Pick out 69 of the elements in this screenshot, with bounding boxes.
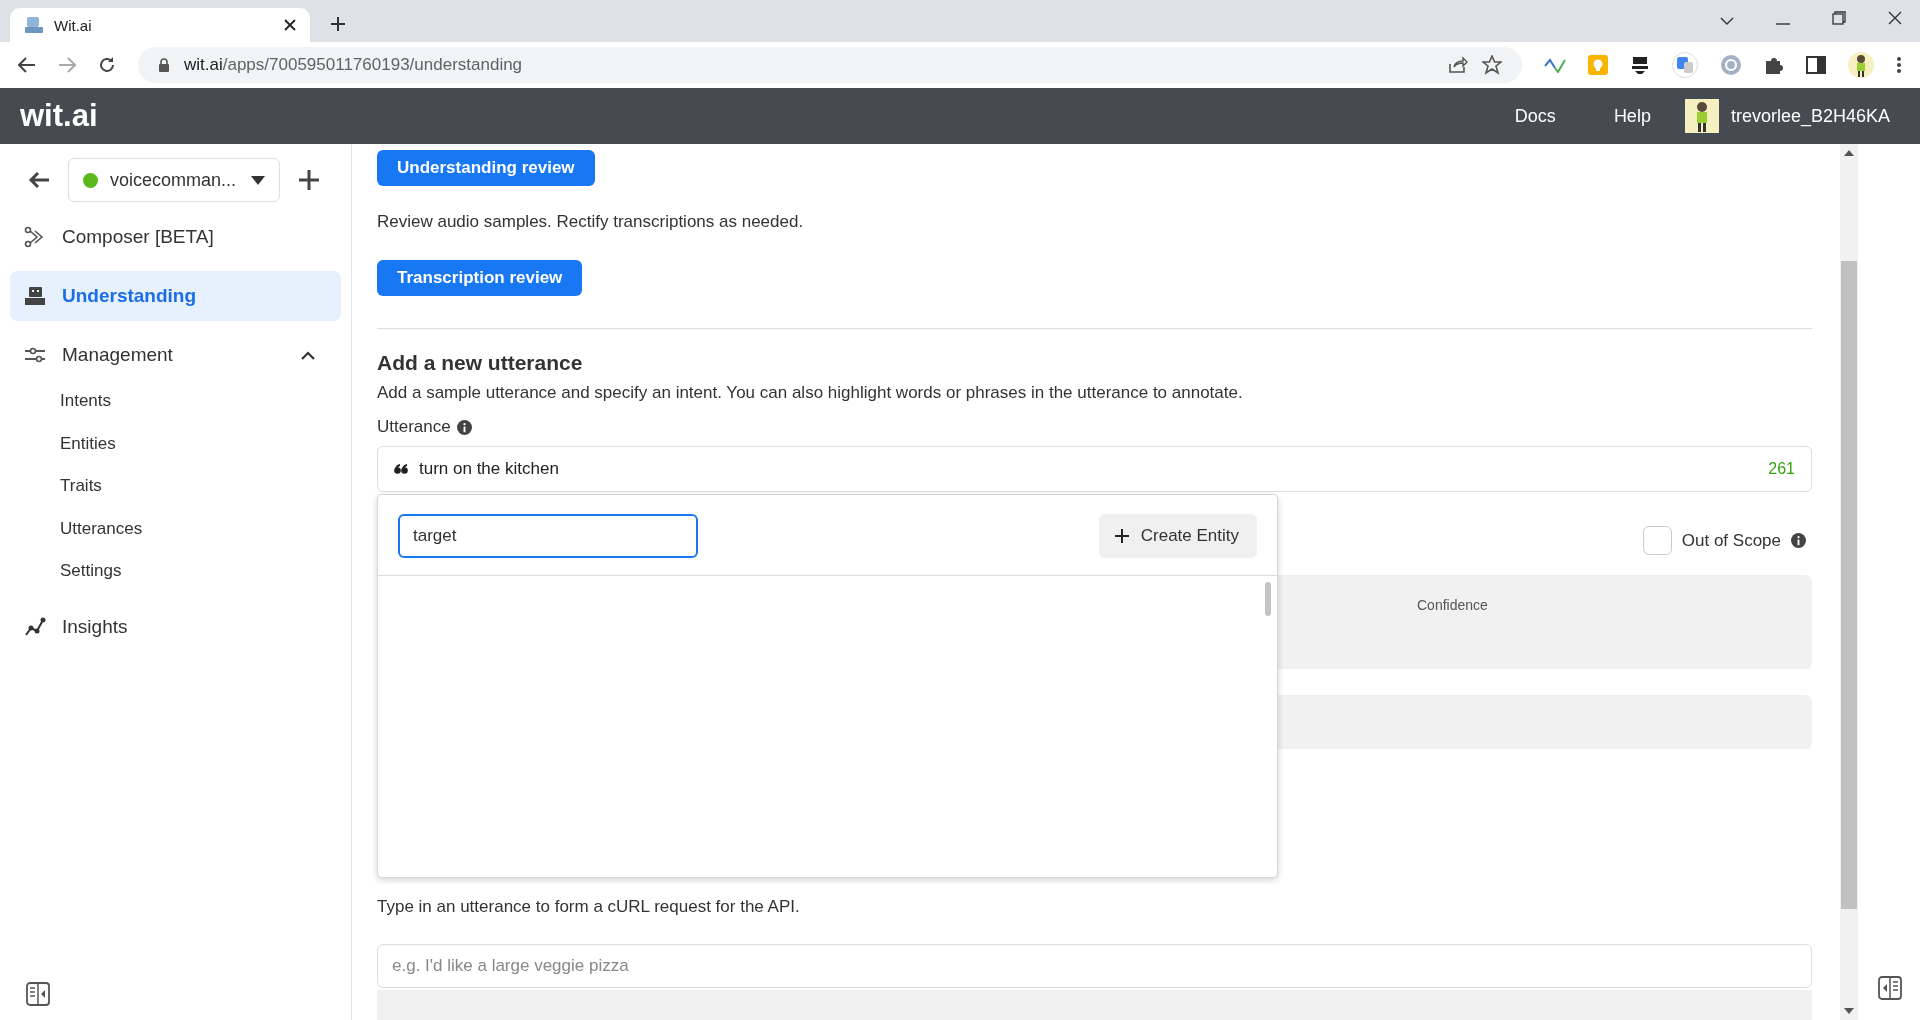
side-panel-icon[interactable] <box>1806 56 1826 74</box>
header-link[interactable]: Help <box>1613 105 1651 127</box>
expand-panel-icon[interactable] <box>1878 976 1902 1000</box>
nav-subitem[interactable]: Entities <box>10 422 341 465</box>
project-dropdown[interactable]: voicecomman... <box>68 158 280 202</box>
collapse-panel-icon[interactable] <box>26 982 50 1006</box>
robot-icon <box>24 286 46 306</box>
share-icon[interactable] <box>1448 56 1468 74</box>
caret-icon <box>251 175 265 185</box>
nav-item[interactable]: Understanding <box>10 271 341 321</box>
quote-icon <box>394 463 408 475</box>
avatar-icon[interactable] <box>1848 52 1874 78</box>
star-icon[interactable] <box>1482 55 1502 75</box>
out-of-scope-checkbox[interactable] <box>1642 526 1672 555</box>
header-link[interactable]: Docs <box>1514 105 1556 127</box>
plus-icon[interactable] <box>330 16 346 32</box>
chevron-down-icon[interactable] <box>1720 17 1734 25</box>
avatar-icon[interactable] <box>1684 99 1719 133</box>
translate-icon[interactable] <box>1672 52 1698 78</box>
column-header: Confidence <box>1417 597 1488 613</box>
transcription-review-button[interactable]: Transcription review <box>377 260 583 296</box>
back-arrow-icon[interactable] <box>28 171 50 189</box>
api-utterance-field[interactable]: e.g. I'd like a large veggie pizza <box>377 944 1812 988</box>
close-icon[interactable] <box>1888 11 1902 25</box>
chevron-up-icon[interactable] <box>301 350 315 360</box>
api-description: Type in an utterance to form a cURL request for the API. <box>377 897 801 917</box>
user-name[interactable]: trevorlee_B2H46KA <box>1730 105 1890 127</box>
more-icon[interactable] <box>1896 56 1902 74</box>
nav-subitem[interactable]: Utterances <box>10 507 341 550</box>
nav-subitem[interactable]: Intents <box>10 380 341 423</box>
robot-icon <box>24 16 44 34</box>
review-text: Review audio samples. Rectify transcriptions as needed. <box>377 212 804 232</box>
browser-tab[interactable]: Wit.ai <box>10 8 310 42</box>
nav-item[interactable]: Insights <box>10 601 341 652</box>
address-bar[interactable]: wit.ai/apps/700595011760193/understanding <box>138 47 1522 83</box>
url-text: wit.ai/apps/700595011760193/understanding <box>184 55 523 75</box>
utterance-field[interactable]: turn on the kitchen 261 <box>377 446 1812 492</box>
nav-subitem[interactable]: Traits <box>10 465 341 508</box>
scrollbar[interactable] <box>1840 144 1858 1020</box>
character-count: 261 <box>1768 460 1795 478</box>
nav-subitem[interactable]: Settings <box>10 550 341 593</box>
utterance-label: Utterance <box>377 417 451 437</box>
scroll-up-icon[interactable] <box>1844 150 1854 156</box>
reload-icon[interactable] <box>98 56 116 74</box>
info-icon[interactable] <box>456 419 472 435</box>
nav-item[interactable]: Composer [BETA] <box>10 212 341 262</box>
logo[interactable]: wit.ai <box>20 98 98 134</box>
puzzle-icon[interactable] <box>1764 55 1784 75</box>
scroll-down-icon[interactable] <box>1844 1008 1854 1014</box>
out-of-scope-label: Out of Scope <box>1681 530 1781 551</box>
nodes-icon <box>24 226 46 248</box>
sliders-icon <box>24 347 46 363</box>
section-description: Add a sample utterance and specify an intent. You can also highlight words or phrases in the utterance to annotate. <box>377 383 1243 403</box>
line-chart-icon <box>24 616 46 637</box>
restore-icon[interactable] <box>1832 11 1846 25</box>
zigzag-icon[interactable] <box>1544 57 1566 73</box>
back-arrow-icon[interactable] <box>18 57 36 73</box>
info-icon[interactable] <box>1791 533 1806 548</box>
lock-icon <box>158 58 170 72</box>
scrollbar-thumb[interactable] <box>1265 582 1271 616</box>
section-title: Add a new utterance <box>377 351 583 375</box>
create-entity-button[interactable]: Create Entity <box>1098 514 1257 558</box>
emblem-icon[interactable] <box>1630 55 1650 75</box>
entity-search-field[interactable]: target <box>398 514 698 558</box>
understanding-review-button[interactable]: Understanding review <box>377 150 595 186</box>
nav-item[interactable]: Management <box>10 330 341 380</box>
plus-icon <box>1114 529 1129 543</box>
close-icon[interactable] <box>284 19 296 31</box>
plus-icon[interactable] <box>298 169 320 191</box>
